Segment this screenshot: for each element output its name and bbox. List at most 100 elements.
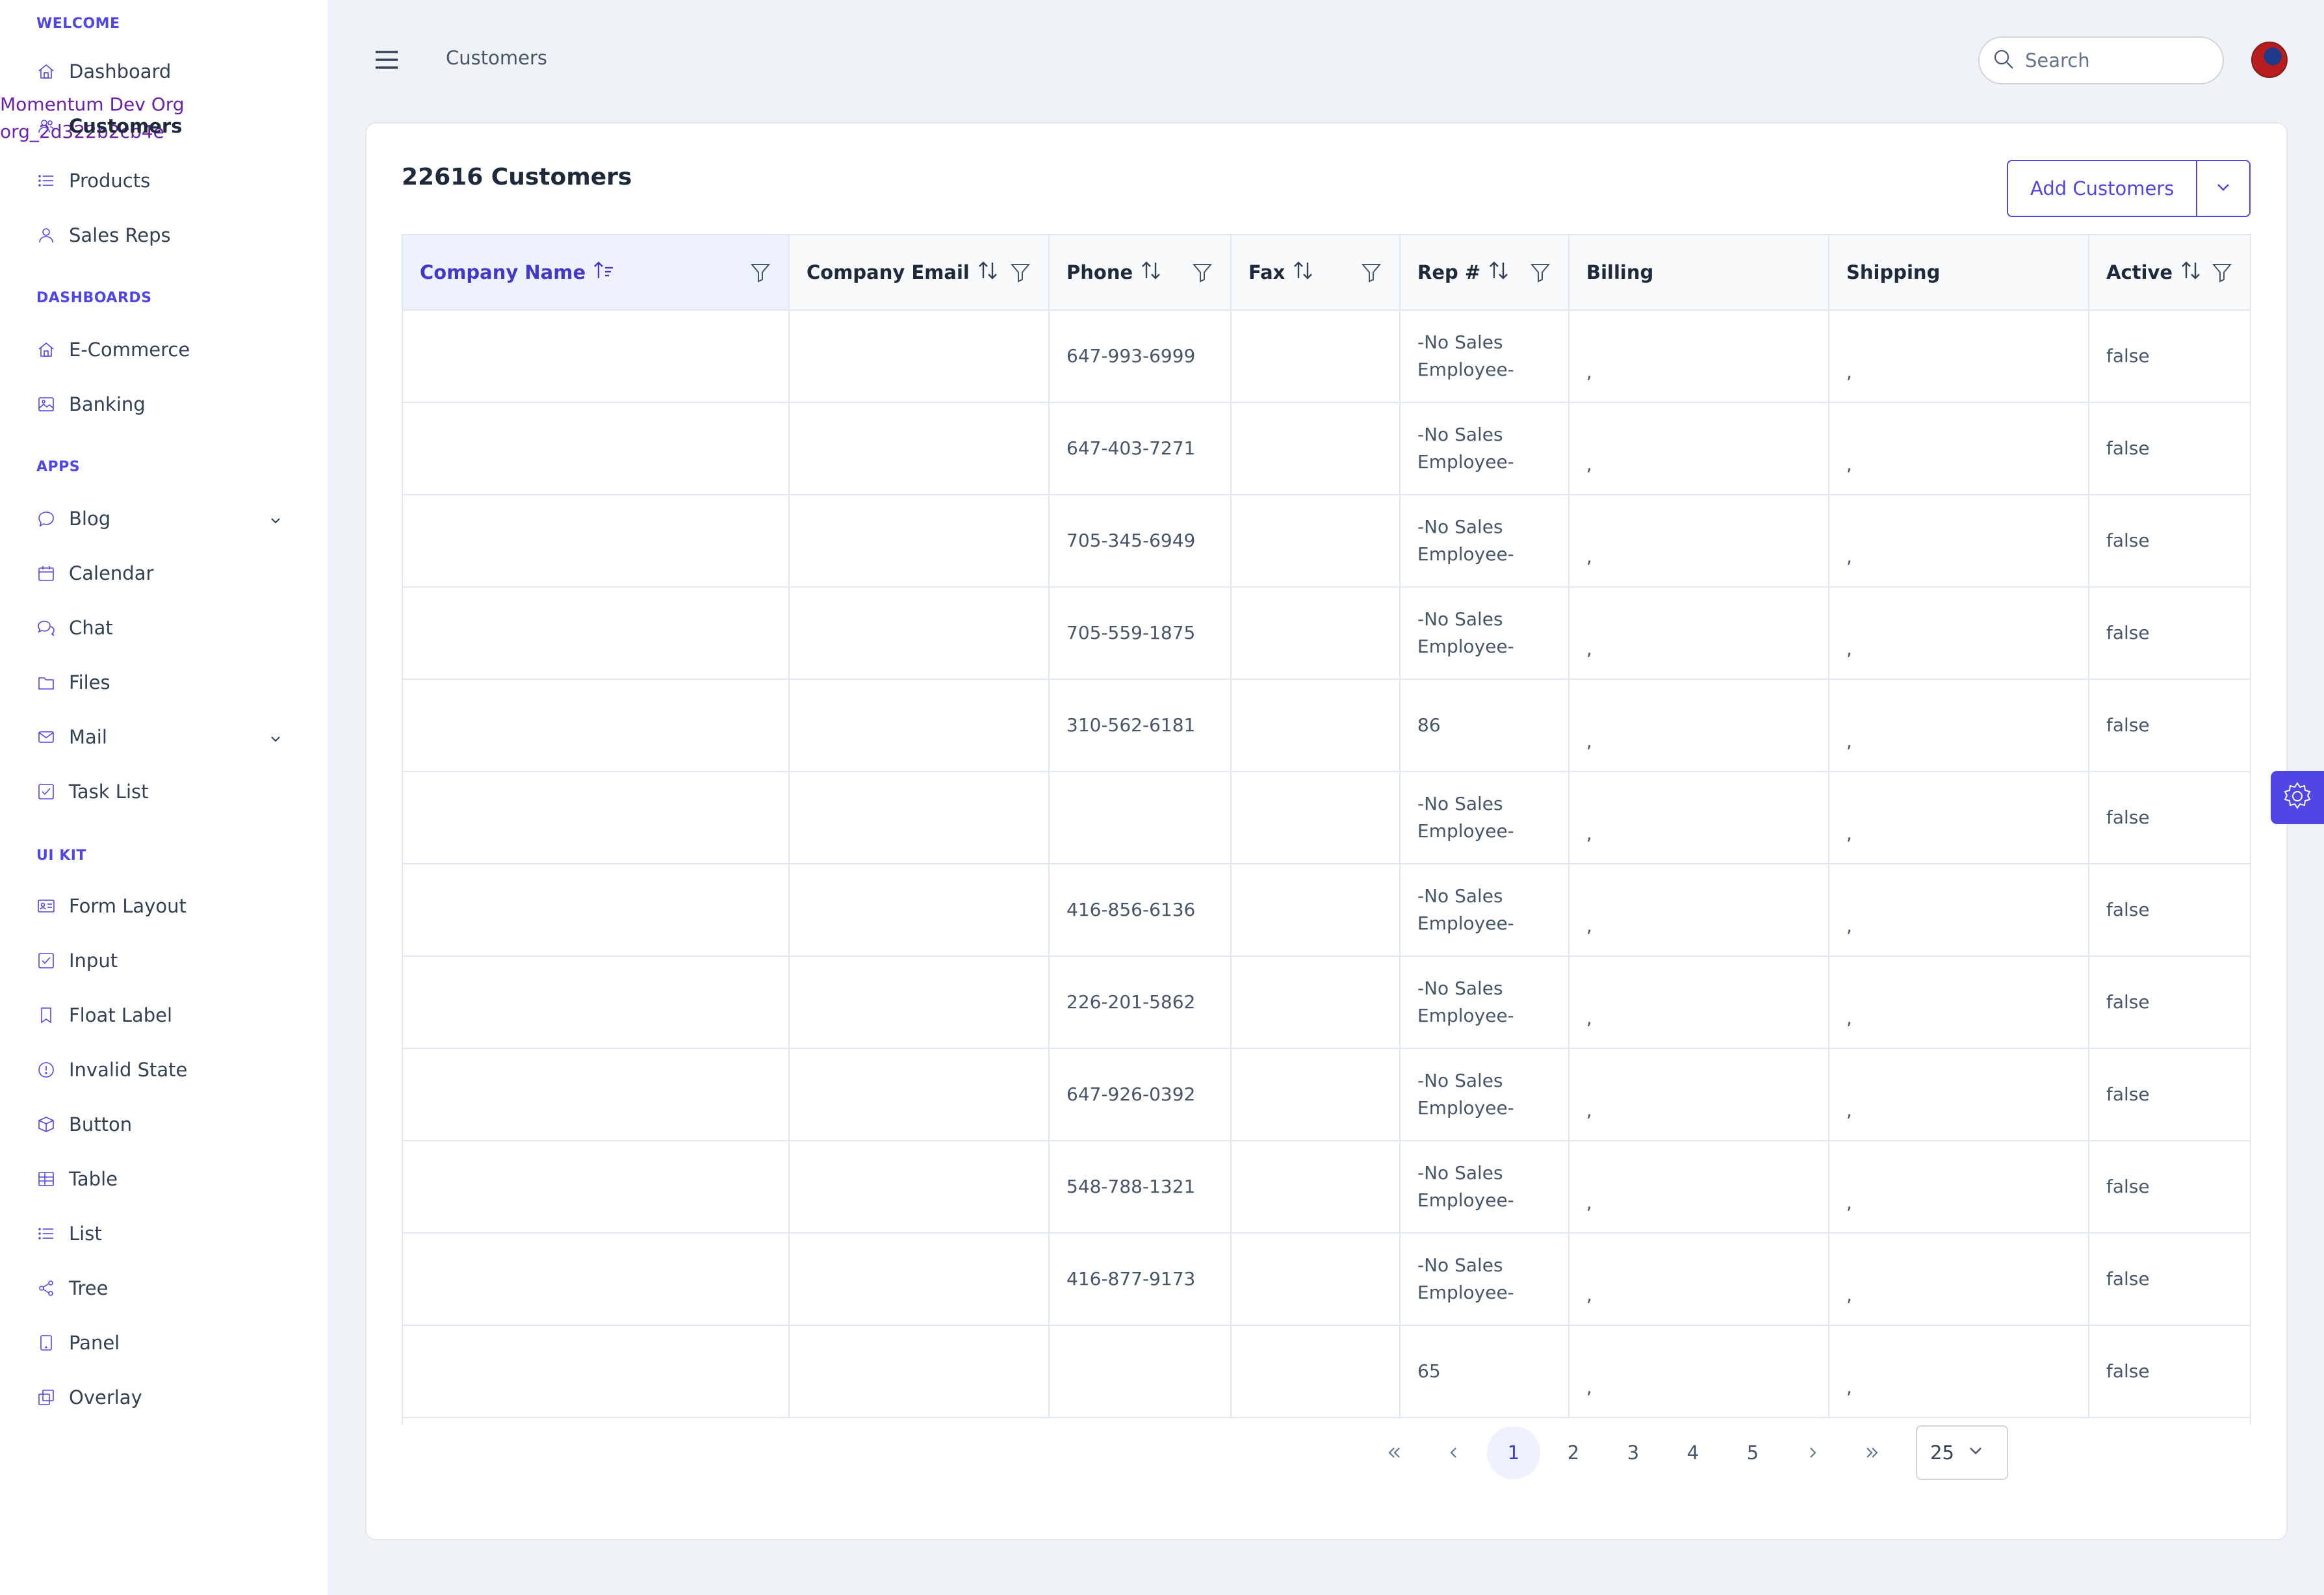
filter-icon[interactable] (749, 261, 771, 288)
next-page-icon[interactable] (1786, 1426, 1839, 1479)
column-header-phone[interactable]: Phone (1049, 234, 1232, 311)
sidebar-item-panel[interactable]: Panel (36, 1323, 296, 1362)
filter-icon[interactable] (1529, 261, 1551, 288)
sidebar-item-label: Float Label (69, 1004, 173, 1026)
sort-alt-icon[interactable] (1285, 259, 1315, 287)
filter-icon[interactable] (1360, 261, 1382, 288)
table-row[interactable]: 65,, false (403, 1325, 2250, 1418)
sidebar-item-task-list[interactable]: Task List (36, 772, 296, 811)
menu-toggle-icon[interactable] (372, 47, 402, 73)
active-cell: false (2089, 495, 2250, 588)
sort-amount-up-icon[interactable] (586, 259, 615, 287)
table-row[interactable]: 647-403-7271 -No Sales Employee-,, false (403, 402, 2250, 495)
column-header-rep[interactable]: Rep # (1400, 234, 1569, 311)
sidebar-item-list[interactable]: List (36, 1214, 296, 1253)
company-email-cell (789, 956, 1050, 1049)
sidebar-item-files[interactable]: Files (36, 663, 296, 702)
sidebar-item-dashboard[interactable]: Dashboard (36, 52, 296, 91)
fax-cell (1231, 1325, 1401, 1418)
sidebar-item-label: Button (69, 1113, 133, 1135)
company-name-cell (403, 1141, 790, 1234)
sidebar-item-mail[interactable]: Mail (36, 718, 296, 757)
table-row[interactable]: 310-562-6181 86,, false (403, 679, 2250, 772)
sidebar-item-products[interactable]: Products (36, 161, 296, 200)
sidebar-item-calendar[interactable]: Calendar (36, 554, 296, 593)
last-page-icon[interactable] (1846, 1426, 1899, 1479)
column-header-company-name[interactable]: Company Name (403, 234, 790, 311)
sidebar-item-sales-reps[interactable]: Sales Reps (36, 216, 296, 255)
company-email-cell (789, 1233, 1050, 1326)
sidebar-item-label: Files (69, 671, 110, 694)
table-row[interactable]: 647-993-6999 -No Sales Employee-,, false (403, 310, 2250, 403)
first-page-icon[interactable] (1367, 1426, 1421, 1479)
column-header-fax[interactable]: Fax (1231, 234, 1401, 311)
clone-icon (36, 1388, 56, 1407)
sidebar-item-button[interactable]: Button (36, 1105, 296, 1144)
sidebar-item-blog[interactable]: Blog (36, 499, 296, 538)
chevron-down-icon[interactable] (268, 729, 283, 751)
sidebar-item-overlay[interactable]: Overlay (36, 1378, 296, 1417)
table-row[interactable]: 647-926-0392 -No Sales Employee-,, false (403, 1048, 2250, 1141)
sidebar-item-customers[interactable]: Customers (36, 107, 296, 146)
shipping-cell: , (1829, 864, 2089, 957)
table-row[interactable]: 705-559-1875 -No Sales Employee-,, false (403, 587, 2250, 680)
active-cell: false (2089, 1048, 2250, 1141)
sort-alt-icon[interactable] (1480, 259, 1510, 287)
page-button-2[interactable]: 2 (1547, 1426, 1600, 1479)
table-row[interactable]: -No Sales Employee-,, false (403, 772, 2250, 864)
filter-icon[interactable] (1191, 261, 1213, 288)
sidebar-item-chat[interactable]: Chat (36, 608, 296, 647)
table-row[interactable]: 226-201-5862 -No Sales Employee-,, false (403, 956, 2250, 1049)
shipping-cell: , (1829, 1141, 2089, 1234)
rep-cell: -No Sales Employee- (1400, 956, 1569, 1049)
rep-cell: -No Sales Employee- (1400, 864, 1569, 957)
sidebar-item-label: E-Commerce (69, 339, 190, 361)
page-button-3[interactable]: 3 (1607, 1426, 1660, 1479)
table-row[interactable]: 416-877-9173 -No Sales Employee-,, false (403, 1233, 2250, 1326)
column-header-content: Company Name (420, 259, 771, 287)
rows-per-page-dropdown[interactable]: 25 (1916, 1425, 2008, 1480)
table-row[interactable]: 416-856-6136 -No Sales Employee-,, false (403, 864, 2250, 957)
sidebar-item-input[interactable]: Input (36, 941, 296, 980)
filter-icon[interactable] (2211, 261, 2233, 288)
sidebar-section-title: UI KIT (36, 848, 86, 864)
sort-alt-icon[interactable] (2173, 259, 2202, 287)
add-customers-button[interactable]: Add Customers (2008, 161, 2197, 216)
page-button-1[interactable]: 1 (1487, 1426, 1540, 1479)
sidebar-item-invalid-state[interactable]: Invalid State (36, 1050, 296, 1089)
sidebar-item-e-commerce[interactable]: E-Commerce (36, 330, 296, 369)
sort-alt-icon[interactable] (970, 259, 1000, 287)
sidebar-item-banking[interactable]: Banking (36, 385, 296, 424)
sidebar-item-float-label[interactable]: Float Label (36, 996, 296, 1035)
filter-icon[interactable] (1009, 261, 1031, 288)
sidebar-item-tree[interactable]: Tree (36, 1269, 296, 1308)
prev-page-icon[interactable] (1427, 1426, 1480, 1479)
sidebar-item-label: Invalid State (69, 1059, 188, 1081)
table-row[interactable]: 705-345-6949 -No Sales Employee-,, false (403, 495, 2250, 588)
active-cell: false (2089, 1325, 2250, 1418)
page-button-4[interactable]: 4 (1666, 1426, 1720, 1479)
sidebar-item-label: Input (69, 950, 118, 972)
company-name-cell (403, 772, 790, 864)
avatar[interactable] (2251, 42, 2288, 78)
fax-cell (1231, 587, 1401, 680)
layout-config-button[interactable] (2271, 771, 2324, 824)
sidebar-item-form-layout[interactable]: Form Layout (36, 887, 296, 926)
billing-cell: , (1569, 864, 1829, 957)
id-card-icon (36, 896, 56, 916)
page-button-5[interactable]: 5 (1726, 1426, 1779, 1479)
sidebar-item-label: Table (69, 1168, 118, 1190)
table-row[interactable]: 548-788-1321 -No Sales Employee-,, false (403, 1141, 2250, 1234)
active-cell: false (2089, 864, 2250, 957)
company-email-cell (789, 772, 1050, 864)
column-header-company-email[interactable]: Company Email (789, 234, 1050, 311)
search-input[interactable] (2025, 49, 2207, 71)
sort-alt-icon[interactable] (1133, 259, 1163, 287)
column-header-active[interactable]: Active (2089, 234, 2250, 311)
company-email-cell (789, 864, 1050, 957)
sidebar-item-table[interactable]: Table (36, 1160, 296, 1199)
chevron-down-icon[interactable] (268, 511, 283, 533)
add-customers-dropdown-button[interactable] (2196, 161, 2250, 216)
shipping-cell: , (1829, 1048, 2089, 1141)
phone-cell: 548-788-1321 (1049, 1141, 1232, 1234)
